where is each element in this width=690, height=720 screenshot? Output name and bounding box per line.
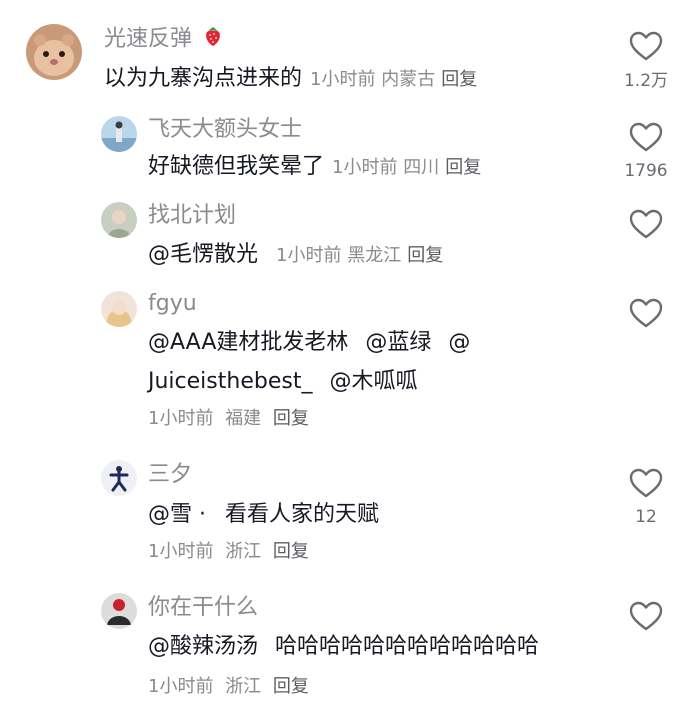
comment-location: 四川 (403, 157, 440, 178)
comment-list: 光速反弹 以为九寨沟点进来的 1小时前 内蒙古 回复 1.2万 飞天大额头女士 … (0, 0, 690, 720)
like-button[interactable] (629, 468, 663, 498)
comment-location: 浙江 (225, 676, 262, 697)
heart-icon (629, 298, 663, 328)
comment-meta: 1小时前 四川 回复 (332, 157, 481, 178)
reply-button[interactable]: 回复 (407, 245, 443, 266)
like-button[interactable] (629, 122, 663, 152)
reply-button[interactable]: 回复 (273, 676, 309, 697)
mention-link[interactable]: @ (448, 330, 470, 355)
mention-link[interactable]: @AAA建材批发老林 (148, 330, 348, 355)
mention-link[interactable]: @毛愣散光 (148, 242, 258, 267)
comment-item: 飞天大额头女士 好缺德但我笑晕了 1小时前 四川 回复 1796 (0, 110, 690, 200)
like-button[interactable] (629, 31, 663, 61)
figure-avatar-image (101, 460, 137, 496)
mention-link[interactable]: @木呱呱 (329, 369, 417, 394)
mention-link[interactable]: @酸辣汤汤 (148, 634, 258, 659)
username[interactable]: fgyu (148, 291, 197, 317)
mention-link[interactable]: Juiceisthebest_ (148, 369, 312, 394)
username[interactable]: 找北计划 (148, 203, 236, 229)
like-button[interactable] (629, 601, 663, 631)
comment-meta: 1小时前 黑龙江 回复 (276, 245, 443, 266)
username-text: 光速反弹 (104, 26, 193, 52)
comment-time: 1小时前 (148, 408, 214, 429)
comment-item: 三夕 @雪 · 看看人家的天赋 1小时前 浙江 回复 12 (0, 450, 690, 590)
strawberry-icon (201, 24, 225, 55)
reply-button[interactable]: 回复 (441, 69, 477, 90)
avatar[interactable] (101, 116, 137, 152)
comment-text-line: 以为九寨沟点进来的 1小时前 内蒙古 回复 (104, 62, 477, 97)
reply-button[interactable]: 回复 (273, 408, 309, 429)
comment-item: 找北计划 @毛愣散光 1小时前 黑龙江 回复 (0, 200, 690, 285)
comment-location: 浙江 (225, 541, 262, 562)
comment-time: 1小时前 (276, 245, 342, 266)
comment-meta: 1小时前 福建 回复 (148, 407, 309, 431)
person-avatar-image (101, 202, 137, 238)
comment-text-line: @酸辣汤汤 哈哈哈哈哈哈哈哈哈哈哈哈 (148, 630, 539, 664)
username[interactable]: 三夕 (148, 462, 192, 488)
comment-text-line: @毛愣散光 1小时前 黑龙江 回复 (148, 238, 443, 273)
username[interactable]: 你在干什么 (148, 595, 258, 621)
like-count: 12 (635, 507, 657, 527)
avatar[interactable] (101, 202, 137, 238)
comment-time: 1小时前 (310, 69, 376, 90)
comment-location: 福建 (225, 408, 262, 429)
comment-text-line: 好缺德但我笑晕了 1小时前 四川 回复 (148, 150, 481, 185)
reply-button[interactable]: 回复 (273, 541, 309, 562)
comment-item: fgyu @AAA建材批发老林 @蓝绿 @ Juiceisthebest_ @木… (0, 285, 690, 450)
avatar[interactable] (101, 460, 137, 496)
username[interactable]: 光速反弹 (104, 24, 225, 55)
like-count: 1796 (624, 161, 668, 181)
comment-time: 1小时前 (148, 541, 214, 562)
girl-avatar-image (101, 291, 137, 327)
heart-icon (629, 209, 663, 239)
like-button[interactable] (629, 209, 663, 239)
comment-time: 1小时前 (148, 676, 214, 697)
comment-time: 1小时前 (332, 157, 398, 178)
avatar[interactable] (101, 593, 137, 629)
mention-link[interactable]: @雪 · (148, 502, 206, 527)
avatar[interactable] (26, 24, 82, 80)
reply-button[interactable]: 回复 (445, 157, 481, 178)
comment-text: 哈哈哈哈哈哈哈哈哈哈哈哈 (275, 634, 540, 659)
heart-icon (629, 31, 663, 61)
comment-location: 内蒙古 (381, 69, 436, 90)
comment-meta: 1小时前 浙江 回复 (148, 540, 309, 564)
comment-meta: 1小时前 内蒙古 回复 (310, 69, 477, 90)
comment-text-line: @雪 · 看看人家的天赋 (148, 498, 379, 532)
like-button[interactable] (629, 298, 663, 328)
person-avatar-image (101, 593, 137, 629)
comment-meta: 1小时前 浙江 回复 (148, 675, 309, 699)
comment-text: 看看人家的天赋 (225, 502, 380, 527)
comment-text: 好缺德但我笑晕了 (148, 154, 325, 179)
comment-location: 黑龙江 (347, 245, 402, 266)
sky-avatar-image (101, 116, 137, 152)
comment-item: 光速反弹 以为九寨沟点进来的 1小时前 内蒙古 回复 1.2万 (0, 0, 690, 110)
heart-icon (629, 601, 663, 631)
username[interactable]: 飞天大额头女士 (148, 117, 302, 143)
like-count: 1.2万 (623, 71, 669, 91)
hamster-avatar-image (26, 24, 82, 80)
avatar[interactable] (101, 291, 137, 327)
comment-text-line: @AAA建材批发老林 @蓝绿 @ (148, 326, 470, 360)
heart-icon (629, 468, 663, 498)
mention-link[interactable]: @蓝绿 (365, 330, 431, 355)
comment-text: 以为九寨沟点进来的 (104, 66, 303, 91)
comment-text-line: Juiceisthebest_ @木呱呱 (148, 365, 417, 399)
comment-item: 你在干什么 @酸辣汤汤 哈哈哈哈哈哈哈哈哈哈哈哈 1小时前 浙江 回复 (0, 590, 690, 720)
heart-icon (629, 122, 663, 152)
